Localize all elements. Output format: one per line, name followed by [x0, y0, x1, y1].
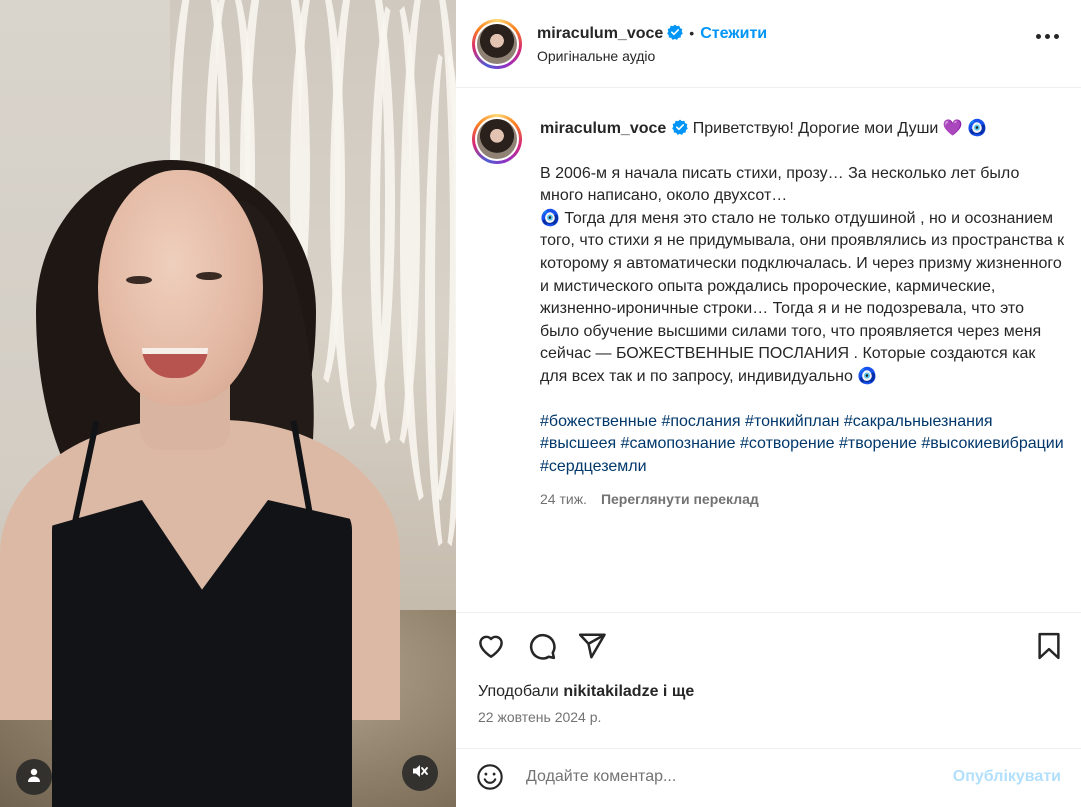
person-icon: [26, 767, 42, 788]
caption-first-line: miraculum_voce Приветствую! Дорогие мои …: [540, 118, 1065, 141]
caption-body: miraculum_voce Приветствую! Дорогие мои …: [540, 118, 1065, 511]
post-date[interactable]: 22 жовтень 2024 р.: [478, 709, 601, 725]
hashtag-link[interactable]: #божественные: [540, 413, 657, 430]
likes-summary: Уподобали nikitakiladze і ще: [478, 683, 694, 701]
hashtag-link[interactable]: #сотворение: [740, 435, 835, 452]
post-header: miraculum_voce • Стежити Оригінальне аудіо: [456, 0, 1081, 88]
heart-icon[interactable]: [476, 631, 506, 661]
caption-username[interactable]: miraculum_voce: [540, 120, 666, 137]
comment-input[interactable]: [526, 765, 926, 789]
see-translation-button[interactable]: Переглянути переклад: [601, 491, 759, 507]
smiley-icon[interactable]: [476, 763, 504, 791]
paper-plane-icon[interactable]: [577, 631, 607, 661]
caption-author-avatar[interactable]: [472, 114, 522, 164]
comment-bar: Опублікувати: [456, 748, 1081, 807]
original-audio-link[interactable]: Оригінальне аудіо: [537, 48, 655, 64]
tagged-people-button[interactable]: [16, 759, 52, 795]
caption-meta: 24 тиж. Переглянути переклад: [540, 488, 1065, 511]
publish-comment-button[interactable]: Опублікувати: [953, 768, 1061, 786]
hashtag-link[interactable]: #сердцеземли: [540, 458, 647, 475]
likes-more-link[interactable]: і ще: [663, 683, 694, 700]
caption-hashtags: #божественные #послания #тонкийплан #сак…: [540, 411, 1065, 479]
post-media-video[interactable]: [0, 0, 456, 807]
caption-text: В 2006-м я начала писать стихи, прозу… З…: [540, 164, 1065, 385]
comment-bubble-icon[interactable]: [527, 631, 557, 661]
verified-badge-icon: [667, 24, 684, 40]
caption-greeting: Приветствую! Дорогие мои Души 💜 🧿: [692, 120, 988, 137]
bookmark-icon[interactable]: [1034, 631, 1064, 661]
hashtag-link[interactable]: #сакральныезнания: [844, 413, 993, 430]
follow-button[interactable]: Стежити: [700, 25, 767, 42]
hashtag-link[interactable]: #тонкийплан: [745, 413, 839, 430]
hashtag-link[interactable]: #самопознание: [621, 435, 736, 452]
hashtag-link[interactable]: #высшеея: [540, 435, 616, 452]
speaker-muted-icon: [411, 762, 429, 785]
author-avatar[interactable]: [472, 19, 522, 69]
verified-badge-icon: [672, 119, 689, 135]
post-details-panel: miraculum_voce • Стежити Оригінальне аудіо…: [456, 0, 1081, 807]
author-username[interactable]: miraculum_voce: [537, 25, 663, 42]
more-options-icon[interactable]: [1036, 34, 1059, 39]
post-action-bar: [456, 612, 1081, 672]
likes-prefix: Уподобали: [478, 683, 559, 700]
audio-mute-button[interactable]: [402, 755, 438, 791]
post-caption: miraculum_voce Приветствую! Дорогие мои …: [456, 88, 1081, 612]
hashtag-link[interactable]: #высокиевибрации: [921, 435, 1063, 452]
liker-username[interactable]: nikitakiladze: [563, 683, 658, 700]
hashtag-link[interactable]: #послания: [661, 413, 740, 430]
post-age[interactable]: 24 тиж.: [540, 491, 587, 507]
header-title-row: miraculum_voce • Стежити: [537, 24, 767, 43]
hashtag-link[interactable]: #творение: [839, 435, 917, 452]
separator-dot: •: [689, 25, 695, 41]
